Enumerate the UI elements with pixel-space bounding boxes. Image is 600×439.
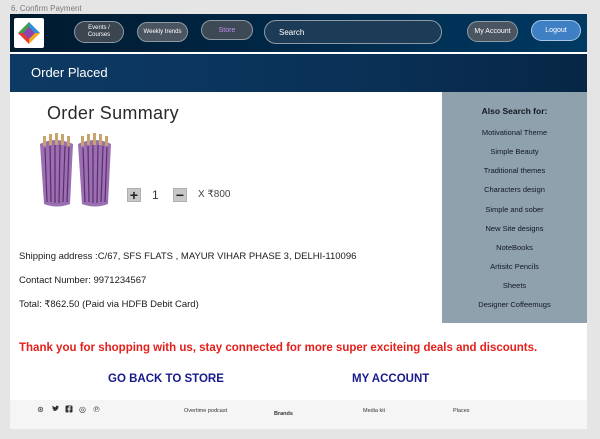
search-input[interactable]: Search <box>264 20 442 44</box>
minus-icon: − <box>175 187 185 203</box>
my-account-link[interactable]: MY ACCOUNT <box>352 373 429 385</box>
weekly-trends-label: Weekly trends <box>143 28 182 35</box>
logout-label: Logout <box>545 27 567 34</box>
footer-link-places[interactable]: Places <box>453 408 470 414</box>
sidebar-item-artistic-pencils[interactable]: Artisitc Pencils <box>442 262 587 271</box>
order-total: Total: ₹862.50 (Paid via HDFB Debit Card… <box>19 299 199 310</box>
page-title: Order Placed <box>31 65 108 80</box>
store-button[interactable]: Store <box>201 20 253 40</box>
logo-icon <box>18 22 40 44</box>
product-image-paintbrushes[interactable] <box>37 132 115 210</box>
events-label-line1: Events / <box>88 25 110 31</box>
social-links: ⊛ ◎ ℗ <box>36 405 101 415</box>
sidebar-item-notebooks[interactable]: NoteBooks <box>442 243 587 252</box>
sidebar-item-traditional-themes[interactable]: Traditional themes <box>442 166 587 175</box>
footer-link-media-kit[interactable]: Media kit <box>363 408 385 414</box>
dribbble-icon[interactable]: ⊛ <box>36 405 45 415</box>
sidebar-item-new-site-designs[interactable]: New Site designs <box>442 224 587 233</box>
instagram-icon[interactable]: ◎ <box>78 405 87 415</box>
sidebar-item-sheets[interactable]: Sheets <box>442 281 587 290</box>
contact-number: Contact Number: 9971234567 <box>19 275 147 286</box>
logo[interactable] <box>14 18 44 48</box>
sidebar-item-characters-design[interactable]: Characters design <box>442 185 587 194</box>
thank-you-message: Thank you for shopping with us, stay con… <box>19 342 538 354</box>
go-back-to-store-link[interactable]: GO BACK TO STORE <box>108 373 224 385</box>
pinterest-icon[interactable]: ℗ <box>92 405 101 415</box>
sidebar-title: Also Search for: <box>481 106 548 116</box>
twitter-icon[interactable] <box>50 405 59 415</box>
my-account-button[interactable]: My Account <box>467 21 518 42</box>
logout-button[interactable]: Logout <box>531 20 581 41</box>
frame-label: 6. Confirm Payment <box>11 4 82 13</box>
decrease-quantity-button[interactable]: − <box>173 188 187 202</box>
shipping-address: Shipping address :C/67, SFS FLATS , MAYU… <box>19 251 357 262</box>
sidebar-item-simple-and-sober[interactable]: Simple and sober <box>442 205 587 214</box>
events-label-line2: Courses <box>87 32 111 38</box>
increase-quantity-button[interactable]: + <box>127 188 141 202</box>
sidebar-item-motivational-theme[interactable]: Motivational Theme <box>442 128 587 137</box>
order-placed-banner: Order Placed <box>10 54 587 92</box>
also-search-sidebar: Also Search for: Motivational Theme Simp… <box>442 92 587 323</box>
plus-icon: + <box>129 187 139 203</box>
top-navbar: Events / Courses Weekly trends Store Sea… <box>10 14 587 52</box>
sidebar-item-simple-beauty[interactable]: Simple Beauty <box>442 147 587 156</box>
footer-link-brands[interactable]: Brands <box>274 411 293 417</box>
my-account-label: My Account <box>474 28 511 35</box>
unit-price: X ₹800 <box>198 189 231 200</box>
events-courses-button[interactable]: Events / Courses <box>74 21 124 43</box>
search-placeholder: Search <box>279 27 305 37</box>
sidebar-item-designer-coffeemugs[interactable]: Designer Coffeemugs <box>442 300 587 309</box>
footer-link-overtime-podcast[interactable]: Overtime podcast <box>184 408 227 414</box>
page-frame: Events / Courses Weekly trends Store Sea… <box>10 14 587 429</box>
paintbrush-set-icon <box>40 133 111 207</box>
quantity-value: 1 <box>152 188 159 202</box>
weekly-trends-button[interactable]: Weekly trends <box>137 22 188 42</box>
store-label: Store <box>218 26 236 34</box>
facebook-icon[interactable] <box>64 405 73 415</box>
order-summary-title: Order Summary <box>47 103 179 123</box>
